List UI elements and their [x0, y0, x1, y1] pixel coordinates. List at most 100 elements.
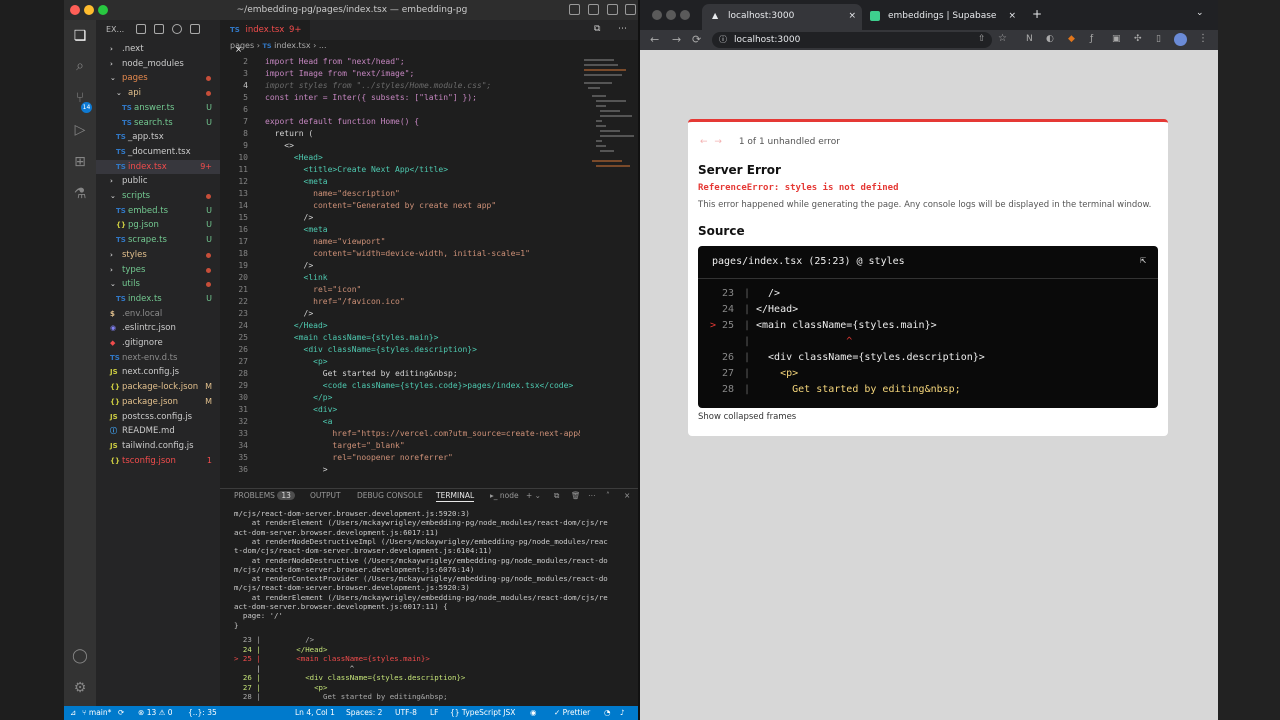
account-icon[interactable]: ◯: [70, 646, 90, 666]
tab-debug-console[interactable]: DEBUG CONSOLE: [357, 491, 423, 500]
extensions-puzzle-icon[interactable]: ✣: [1134, 34, 1142, 44]
menu-kebab-icon[interactable]: ⋮: [1198, 33, 1208, 44]
formatter[interactable]: ✓ Prettier: [554, 706, 590, 720]
new-tab-icon[interactable]: +: [1032, 7, 1042, 21]
breadcrumb-symbol[interactable]: ...: [319, 41, 327, 50]
add-terminal-icon[interactable]: + ⌄: [526, 491, 541, 500]
maximize-panel-icon[interactable]: ˄: [606, 491, 610, 500]
tree-item[interactable]: JS tailwind.config.js: [96, 439, 220, 454]
tree-item[interactable]: TS index.ts U: [96, 292, 220, 307]
tree-item[interactable]: ⌄ scripts: [96, 189, 220, 204]
indentation[interactable]: Spaces: 2: [346, 706, 382, 720]
new-file-icon[interactable]: [136, 24, 146, 34]
maximize-window-button[interactable]: [98, 5, 108, 15]
tab-terminal[interactable]: TERMINAL: [436, 491, 475, 502]
back-icon[interactable]: ←: [650, 33, 659, 46]
close-icon[interactable]: ×: [235, 45, 242, 55]
code-editor[interactable]: 2 import Head from "next/head"; 3 import Im…: [220, 55, 580, 485]
toggle-secondary-sidebar-icon[interactable]: [607, 4, 618, 15]
tree-item[interactable]: TS scrape.ts U: [96, 233, 220, 248]
bell-icon[interactable]: ♪: [620, 706, 625, 720]
tree-item[interactable]: TS _document.tsx: [96, 145, 220, 160]
remote-icon[interactable]: ⊿: [70, 706, 76, 720]
tree-item[interactable]: {} package-lock.json M: [96, 380, 220, 395]
bookmark-star-icon[interactable]: ☆: [998, 33, 1007, 44]
extension-icon[interactable]: ◐: [1046, 34, 1054, 44]
testing-icon[interactable]: ⚗: [70, 184, 90, 204]
reload-icon[interactable]: ⟳: [692, 33, 701, 46]
terminal-output[interactable]: m/cjs/react-dom-server.browser.developme…: [234, 507, 634, 705]
tree-item[interactable]: {} pg.json U: [96, 218, 220, 233]
address-bar[interactable]: ⓘ localhost:3000: [712, 32, 992, 48]
metamask-extension-icon[interactable]: ◆: [1068, 34, 1075, 44]
collapse-all-icon[interactable]: [190, 24, 200, 34]
more-icon[interactable]: ⋯: [588, 491, 596, 500]
end-of-line[interactable]: LF: [430, 706, 439, 720]
tree-item[interactable]: $ .env.local: [96, 307, 220, 322]
close-window-button[interactable]: [70, 5, 80, 15]
explorer-icon[interactable]: ❏: [70, 26, 90, 46]
close-icon[interactable]: ×: [1008, 4, 1016, 28]
tree-item[interactable]: ⌄ api: [96, 86, 220, 101]
minimap[interactable]: [582, 55, 634, 485]
tree-item[interactable]: ⌄ pages: [96, 71, 220, 86]
minimize-window-button[interactable]: [666, 10, 676, 20]
sync-icon[interactable]: ⟳: [118, 706, 124, 720]
tree-item[interactable]: ◆ .gitignore: [96, 336, 220, 351]
other-indicator[interactable]: {..}: 35: [188, 706, 217, 720]
close-window-button[interactable]: [652, 10, 662, 20]
toggle-sidebar-icon[interactable]: [569, 4, 580, 15]
tab-output[interactable]: OUTPUT: [310, 491, 341, 500]
tree-item[interactable]: › node_modules: [96, 57, 220, 72]
avatar[interactable]: [1174, 33, 1187, 46]
side-panel-icon[interactable]: ▯: [1156, 34, 1161, 44]
extensions-icon[interactable]: ⊞: [70, 152, 90, 172]
browser-tab-supabase[interactable]: embeddings | Supabase ×: [862, 4, 1022, 30]
tree-item[interactable]: › styles: [96, 248, 220, 263]
share-icon[interactable]: ⇧: [978, 34, 986, 44]
split-terminal-icon[interactable]: ⧉: [554, 491, 559, 501]
customize-layout-icon[interactable]: [625, 4, 636, 15]
next-error-button[interactable]: →: [714, 137, 722, 147]
refresh-icon[interactable]: [172, 24, 182, 34]
tree-item[interactable]: TS next-env.d.ts: [96, 351, 220, 366]
new-folder-icon[interactable]: [154, 24, 164, 34]
site-info-icon[interactable]: ⓘ: [719, 32, 727, 48]
copilot-icon[interactable]: ◉: [530, 706, 537, 720]
tree-item[interactable]: ⓘ README.md: [96, 424, 220, 439]
notion-extension-icon[interactable]: N: [1026, 34, 1033, 44]
tree-item[interactable]: › .next: [96, 42, 220, 57]
tree-item[interactable]: {} package.json M: [96, 395, 220, 410]
language-mode[interactable]: {} TypeScript JSX: [450, 706, 515, 720]
kill-terminal-icon[interactable]: 🗑: [571, 491, 581, 500]
minimize-window-button[interactable]: [84, 5, 94, 15]
tree-item[interactable]: TS index.tsx 9+: [96, 159, 220, 175]
open-in-editor-icon[interactable]: ⇱: [1140, 255, 1146, 266]
problems-indicator[interactable]: ⊗ 13 ⚠ 0: [138, 706, 173, 720]
tree-item[interactable]: ◉ .eslintrc.json: [96, 321, 220, 336]
run-debug-icon[interactable]: ▷: [70, 120, 90, 140]
tree-item[interactable]: TS answer.ts U: [96, 101, 220, 116]
tree-item[interactable]: ⌄ utils: [96, 277, 220, 292]
previous-error-button[interactable]: ←: [700, 137, 708, 147]
forward-icon[interactable]: →: [672, 33, 681, 46]
tree-item[interactable]: › types: [96, 263, 220, 278]
close-panel-icon[interactable]: ×: [624, 491, 630, 500]
notifications-icon[interactable]: ◔: [604, 706, 611, 720]
show-collapsed-frames-button[interactable]: Show collapsed frames: [698, 412, 796, 422]
split-editor-icon[interactable]: ⧉: [594, 24, 600, 34]
tab-problems[interactable]: PROBLEMS 13: [234, 491, 295, 500]
breadcrumb-file[interactable]: index.tsx: [274, 41, 310, 50]
cursor-position[interactable]: Ln 4, Col 1: [295, 706, 335, 720]
gear-icon[interactable]: ⚙: [70, 678, 90, 698]
encoding[interactable]: UTF-8: [395, 706, 417, 720]
tree-item[interactable]: JS next.config.js: [96, 365, 220, 380]
extension-icon[interactable]: ▣: [1112, 34, 1121, 44]
tree-item[interactable]: TS search.ts U: [96, 116, 220, 131]
tab-index-tsx[interactable]: TS index.tsx 9+ ×: [220, 20, 310, 55]
tree-item[interactable]: JS postcss.config.js: [96, 410, 220, 425]
maximize-window-button[interactable]: [680, 10, 690, 20]
toggle-panel-icon[interactable]: [588, 4, 599, 15]
tree-item[interactable]: TS embed.ts U: [96, 204, 220, 219]
close-icon[interactable]: ×: [848, 4, 856, 28]
